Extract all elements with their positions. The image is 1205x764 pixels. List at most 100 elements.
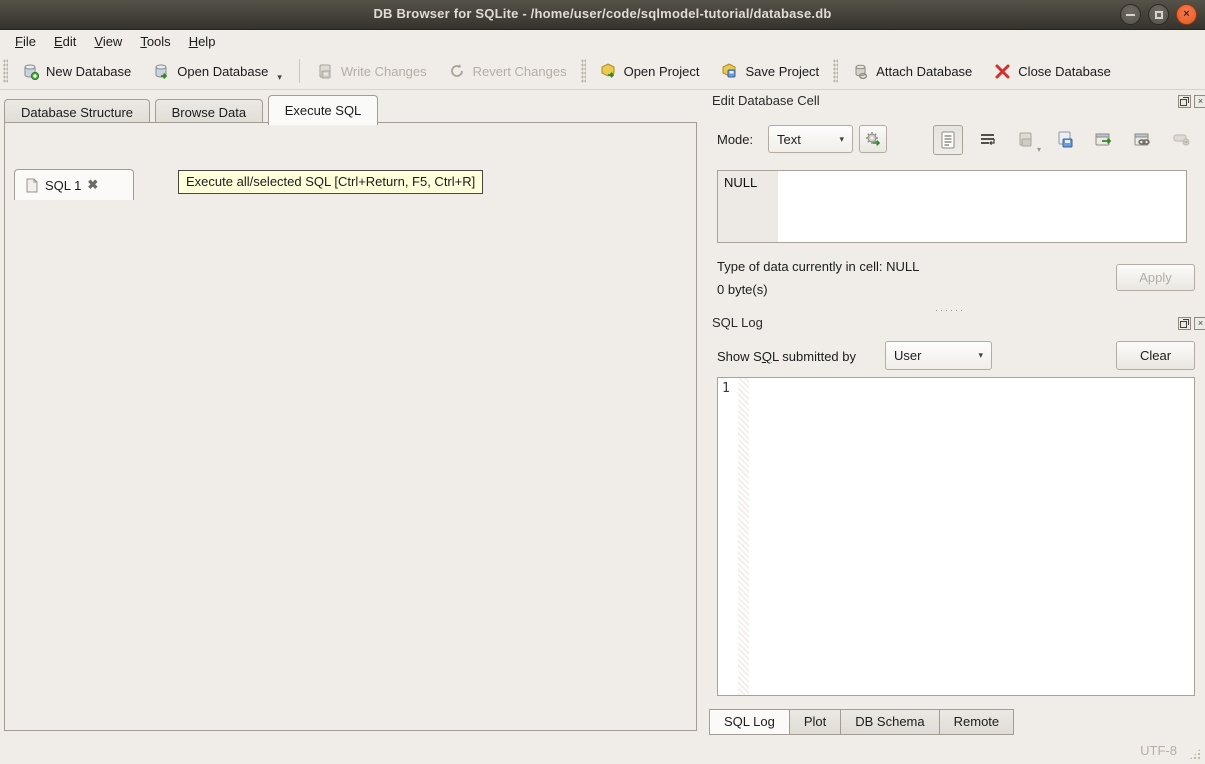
log-line-number-gutter: 1 <box>718 378 738 695</box>
text-document-icon <box>940 131 956 149</box>
set-null-button <box>1167 125 1197 155</box>
sql-log-filter-label: Show SQL submitted by <box>717 349 856 364</box>
log-line-number: 1 <box>718 378 738 396</box>
cell-editor[interactable]: NULL <box>717 170 1187 243</box>
execute-sql-panel <box>4 122 697 731</box>
link-icon <box>1134 132 1152 148</box>
sql-log-dock-title: SQL Log <box>712 315 763 335</box>
close-panel-button[interactable]: × <box>1194 95 1205 108</box>
execute-tooltip: Execute all/selected SQL [Ctrl+Return, F… <box>178 170 483 194</box>
filter-label-part: L submitted by <box>772 349 856 364</box>
revert-changes-label: Revert Changes <box>473 64 567 79</box>
sql-log-view[interactable]: 1 <box>717 377 1195 696</box>
revert-changes-icon <box>449 63 466 80</box>
menu-help[interactable]: Help <box>180 31 225 52</box>
menu-file[interactable]: File <box>6 31 45 52</box>
resize-grip[interactable] <box>1189 748 1201 760</box>
attach-database-button[interactable]: Attach Database <box>841 56 983 86</box>
save-project-icon <box>721 63 738 80</box>
new-database-button[interactable]: New Database <box>11 56 142 86</box>
apply-button: Apply <box>1116 264 1195 291</box>
write-changes-button: Write Changes <box>306 56 438 86</box>
log-filter-value: User <box>894 348 921 363</box>
encoding-indicator[interactable]: UTF-8 <box>1140 743 1177 758</box>
maximize-icon <box>1155 11 1163 19</box>
import-data-button: ▾ <box>1011 125 1041 155</box>
import-icon <box>1017 131 1035 149</box>
close-panel-button[interactable]: × <box>1194 317 1205 330</box>
filter-label-part: Show S <box>717 349 762 364</box>
splitter-handle[interactable]: ······ <box>930 306 970 314</box>
dock-tab-sql-log[interactable]: SQL Log <box>709 709 790 735</box>
gear-arrow-icon <box>864 130 882 148</box>
open-project-button[interactable]: Open Project <box>589 56 711 86</box>
word-wrap-icon <box>979 132 996 148</box>
tab-execute-sql[interactable]: Execute SQL <box>268 95 379 125</box>
status-bar: UTF-8 <box>0 736 1205 764</box>
save-project-button[interactable]: Save Project <box>710 56 830 86</box>
close-button[interactable]: × <box>1176 4 1197 25</box>
edit-cell-toolbar: ▾ <box>933 125 1205 155</box>
import-dropdown-caret: ▾ <box>1037 145 1041 154</box>
cell-value-text: NULL <box>724 175 757 190</box>
clear-log-button[interactable]: Clear <box>1116 341 1195 370</box>
float-icon <box>1180 319 1189 328</box>
cell-type-info: Type of data currently in cell: NULL <box>717 259 919 274</box>
menu-tools[interactable]: Tools <box>131 31 179 52</box>
close-icon: × <box>1183 9 1189 20</box>
cell-size-info: 0 byte(s) <box>717 282 768 297</box>
close-icon: × <box>1198 97 1203 106</box>
dock-tab-plot[interactable]: Plot <box>790 709 841 735</box>
write-changes-label: Write Changes <box>341 64 427 79</box>
open-database-button[interactable]: Open Database ▾ <box>142 56 293 86</box>
save-project-label: Save Project <box>745 64 819 79</box>
sql-document-tab[interactable]: SQL 1 ✖ <box>14 169 134 200</box>
open-database-label: Open Database <box>177 64 268 79</box>
titlebar: DB Browser for SQLite - /home/user/code/… <box>0 0 1205 30</box>
float-panel-button[interactable] <box>1178 317 1191 330</box>
word-wrap-cell-button[interactable] <box>972 125 1002 155</box>
toolbar-grip[interactable] <box>833 59 838 83</box>
open-database-dropdown-caret[interactable]: ▾ <box>277 72 282 86</box>
maximize-button[interactable] <box>1148 4 1169 25</box>
copy-link-button[interactable] <box>1128 125 1158 155</box>
set-null-icon <box>1173 134 1191 146</box>
open-database-icon <box>153 63 170 80</box>
open-project-label: Open Project <box>624 64 700 79</box>
close-database-button[interactable]: Close Database <box>983 56 1122 86</box>
text-mode-button[interactable] <box>933 125 963 155</box>
open-external-button[interactable] <box>1089 125 1119 155</box>
main-toolbar: New Database Open Database ▾ Write Chang… <box>0 53 1205 90</box>
auto-apply-button[interactable] <box>859 125 887 153</box>
new-database-icon <box>22 63 39 80</box>
export-data-button[interactable] <box>1050 125 1080 155</box>
menu-view[interactable]: View <box>85 31 131 52</box>
close-database-icon <box>994 63 1011 80</box>
new-database-label: New Database <box>46 64 131 79</box>
float-panel-button[interactable] <box>1178 95 1191 108</box>
close-database-label: Close Database <box>1018 64 1111 79</box>
dock-tab-db-schema[interactable]: DB Schema <box>841 709 939 735</box>
menu-edit[interactable]: Edit <box>45 31 85 52</box>
log-filter-combobox[interactable]: User ▾ <box>885 341 992 370</box>
toolbar-grip[interactable] <box>581 59 586 83</box>
dock-tab-bar: SQL Log Plot DB Schema Remote <box>709 709 1014 735</box>
export-icon <box>1056 131 1074 149</box>
dock-tab-remote[interactable]: Remote <box>940 709 1015 735</box>
sql-document-icon <box>25 178 39 193</box>
minimize-button[interactable] <box>1120 4 1141 25</box>
open-project-icon <box>600 63 617 80</box>
attach-database-icon <box>852 63 869 80</box>
float-icon <box>1180 97 1189 106</box>
log-fold-margin <box>738 378 749 695</box>
apply-button-label: Apply <box>1139 270 1172 285</box>
close-sql-tab-icon[interactable]: ✖ <box>87 177 98 193</box>
toolbar-grip[interactable] <box>3 59 8 83</box>
mode-label: Mode: <box>717 132 753 147</box>
write-changes-icon <box>317 63 334 80</box>
revert-changes-button: Revert Changes <box>438 56 578 86</box>
mode-value: Text <box>777 132 801 147</box>
chevron-down-icon: ▾ <box>978 350 983 361</box>
close-icon: × <box>1198 319 1203 328</box>
mode-combobox[interactable]: Text ▾ <box>768 125 853 153</box>
